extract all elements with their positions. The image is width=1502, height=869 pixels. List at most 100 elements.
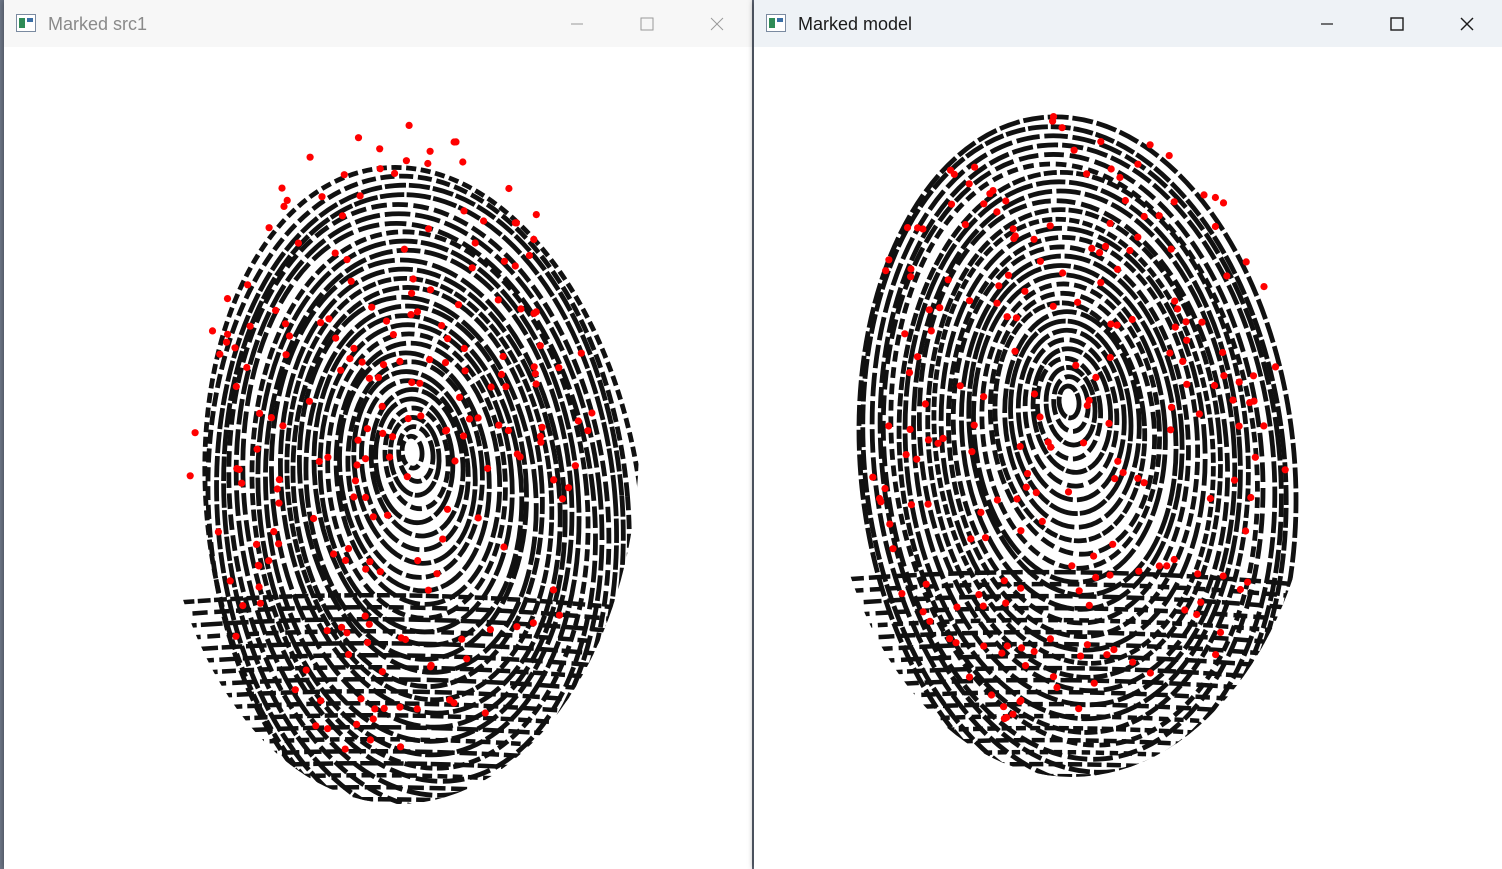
minimize-icon (1321, 22, 1333, 25)
title-bar[interactable]: Marked model (754, 0, 1502, 47)
minutia-marker (1220, 372, 1228, 380)
minutia-marker (903, 224, 912, 232)
minutia-marker (346, 355, 354, 363)
minutia-marker (1105, 419, 1113, 427)
minutia-marker (252, 540, 261, 548)
minutia-marker (1183, 380, 1191, 388)
image-canvas (754, 47, 1502, 869)
close-button[interactable] (1432, 0, 1502, 47)
close-button[interactable] (682, 0, 752, 47)
maximize-icon (640, 17, 654, 30)
minutia-marker (1146, 669, 1154, 677)
minutia-marker (343, 256, 351, 264)
minutia-marker (1242, 527, 1250, 535)
minutia-marker (1135, 567, 1143, 575)
minutia-marker (424, 225, 433, 233)
minutia-marker (993, 496, 1001, 504)
minutia-marker (1017, 527, 1025, 535)
minutia-marker (224, 330, 232, 338)
minutia-marker (965, 180, 973, 188)
minutia-marker (981, 534, 990, 542)
minutia-marker (208, 327, 217, 335)
window-marked-src1[interactable]: Marked src1 (4, 0, 752, 869)
maximize-button[interactable] (612, 0, 682, 47)
minutia-marker (291, 686, 299, 694)
minutia-marker (460, 207, 468, 215)
minutia-marker (1085, 396, 1093, 404)
minutia-marker (1072, 361, 1080, 369)
minutia-marker (1077, 652, 1085, 660)
minutia-marker (325, 315, 333, 323)
minutia-marker (1116, 173, 1124, 182)
minutia-marker (1165, 152, 1173, 160)
minutia-marker (989, 187, 997, 195)
minutia-marker (1212, 651, 1220, 659)
minutia-marker (532, 308, 540, 316)
maximize-button[interactable] (1362, 0, 1432, 47)
minutia-marker (924, 436, 933, 444)
minutia-marker (1074, 298, 1082, 306)
minutia-marker (1167, 245, 1175, 253)
minutia-marker (869, 473, 877, 481)
minutia-marker (379, 429, 387, 437)
minutia-marker (529, 619, 537, 627)
minutia-marker (443, 505, 452, 513)
minutia-marker (1092, 573, 1100, 582)
minutia-marker (338, 623, 346, 631)
minutia-marker (317, 319, 325, 327)
minutia-marker (946, 635, 954, 643)
minutia-marker (186, 472, 194, 480)
minutia-marker (404, 415, 412, 423)
minimize-icon (571, 23, 583, 24)
minutia-marker (265, 224, 273, 232)
minutia-marker (1181, 606, 1189, 614)
window-marked-model[interactable]: Marked model (754, 0, 1502, 869)
minutia-marker (365, 620, 373, 628)
minutia-marker (1106, 353, 1114, 362)
minimize-button[interactable] (542, 0, 612, 47)
minutia-marker (275, 540, 283, 548)
minutia-marker (347, 277, 355, 285)
minutia-marker (1002, 599, 1010, 607)
minutia-marker (1182, 318, 1190, 326)
minutia-marker (1193, 610, 1201, 619)
minutia-marker (366, 558, 374, 566)
minutia-marker (233, 465, 241, 473)
title-bar[interactable]: Marked src1 (4, 0, 752, 47)
minutia-marker (1030, 390, 1039, 398)
minutia-marker (898, 590, 906, 598)
minutia-marker (433, 570, 441, 578)
minutia-marker (363, 425, 371, 433)
minutia-marker (924, 500, 932, 508)
minutia-marker (1167, 403, 1176, 411)
minutia-marker (1247, 493, 1255, 502)
minutia-marker (511, 262, 519, 270)
minutia-marker (337, 366, 345, 374)
minutia-marker (441, 359, 450, 367)
minutia-marker (358, 358, 366, 366)
minutia-marker (244, 281, 252, 289)
minutia-marker (588, 409, 596, 417)
minutia-marker (1003, 642, 1011, 650)
minimize-button[interactable] (1292, 0, 1362, 47)
minutia-marker (191, 429, 199, 437)
minutia-marker (1049, 302, 1057, 310)
minutia-marker (956, 382, 964, 390)
minutia-marker (1210, 381, 1219, 390)
minutia-marker (998, 649, 1006, 657)
minutia-marker (450, 699, 458, 707)
minutia-marker (456, 393, 464, 401)
minutia-marker (1110, 646, 1118, 654)
minutia-marker (361, 493, 370, 501)
minutia-marker (305, 397, 313, 405)
minutia-marker (1011, 347, 1019, 355)
minutia-marker (426, 147, 434, 155)
minutia-marker (350, 493, 358, 501)
minutia-marker (1113, 321, 1121, 329)
minutia-marker (344, 545, 353, 553)
minutia-marker (1004, 271, 1013, 279)
minutia-marker (1119, 469, 1127, 477)
minutia-marker (907, 501, 915, 509)
minutia-marker (451, 457, 459, 465)
minutia-marker (1046, 222, 1054, 230)
